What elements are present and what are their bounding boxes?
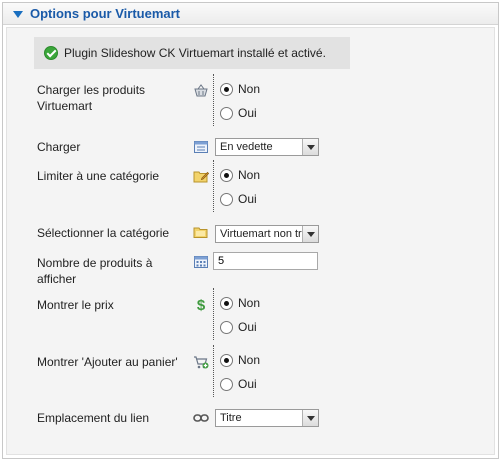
option-label: Non [238, 296, 261, 310]
option-label: Oui [238, 106, 257, 120]
option-label: Oui [238, 377, 257, 391]
radio-oui[interactable] [220, 106, 233, 120]
num-products-input[interactable] [213, 252, 318, 270]
option-label: Non [238, 168, 261, 182]
show-price-option-non[interactable]: Non [220, 296, 260, 310]
link-icon [193, 414, 209, 422]
category-select-value: Virtuemart non tro [220, 228, 308, 240]
radio-non-selected[interactable] [220, 168, 233, 182]
radio-non-selected[interactable] [220, 353, 233, 367]
show-price-radio-group: Non Oui [213, 288, 283, 340]
folder-icon [193, 227, 208, 238]
show-price-option-oui[interactable]: Oui [220, 320, 257, 334]
load-label: Charger [37, 140, 81, 154]
chevron-down-icon[interactable] [302, 139, 318, 155]
folder-edit-icon [193, 171, 209, 183]
basket-icon [194, 84, 208, 97]
show-price-label: Montrer le prix [37, 298, 114, 312]
option-label: Non [238, 82, 261, 96]
dollar-icon: $ [197, 297, 206, 312]
svg-text:$: $ [197, 297, 206, 312]
option-label: Non [238, 353, 261, 367]
link-location-select-value: Titre [220, 412, 242, 424]
load-products-radio-group: Non Oui [213, 74, 283, 126]
radio-oui[interactable] [220, 377, 233, 391]
chevron-down-icon[interactable] [302, 226, 318, 242]
load-products-option-non[interactable]: Non [220, 82, 260, 96]
num-products-label: Nombre de produits à afficher [37, 256, 153, 286]
radio-oui[interactable] [220, 192, 233, 206]
select-category-label: Sélectionner la catégorie [37, 226, 170, 240]
load-select[interactable]: En vedette [215, 138, 319, 156]
success-message-text: Plugin Slideshow CK Virtuemart installé … [64, 46, 326, 60]
limit-category-label: Limiter à une catégorie [37, 169, 160, 183]
panel-header[interactable]: Options pour Virtuemart [3, 3, 498, 25]
chevron-down-icon[interactable] [302, 410, 318, 426]
radio-non-selected[interactable] [220, 82, 233, 96]
link-location-label: Emplacement du lien [37, 411, 150, 425]
show-add-cart-option-non[interactable]: Non [220, 353, 260, 367]
cart-add-icon [194, 356, 209, 369]
limit-category-option-non[interactable]: Non [220, 168, 260, 182]
show-add-cart-label: Montrer 'Ajouter au panier' [37, 355, 178, 369]
limit-category-radio-group: Non Oui [213, 160, 283, 212]
show-add-cart-radio-group: Non Oui [213, 345, 283, 397]
radio-oui[interactable] [220, 320, 233, 334]
panel-title: Options pour Virtuemart [30, 6, 180, 21]
option-label: Oui [238, 192, 257, 206]
show-add-cart-option-oui[interactable]: Oui [220, 377, 257, 391]
load-products-option-oui[interactable]: Oui [220, 106, 257, 120]
limit-category-option-oui[interactable]: Oui [220, 192, 257, 206]
link-location-select[interactable]: Titre [215, 409, 319, 427]
success-message: Plugin Slideshow CK Virtuemart installé … [34, 37, 350, 69]
list-icon [194, 141, 208, 153]
options-body: Plugin Slideshow CK Virtuemart installé … [6, 27, 495, 455]
category-select[interactable]: Virtuemart non tro [215, 225, 319, 243]
calendar-grid-icon [194, 256, 208, 268]
load-select-value: En vedette [220, 141, 273, 153]
option-label: Oui [238, 320, 257, 334]
check-circle-icon [44, 46, 58, 60]
collapse-triangle-icon[interactable] [13, 10, 23, 18]
radio-non-selected[interactable] [220, 296, 233, 310]
load-products-label: Charger les produits Virtuemart [37, 83, 146, 113]
